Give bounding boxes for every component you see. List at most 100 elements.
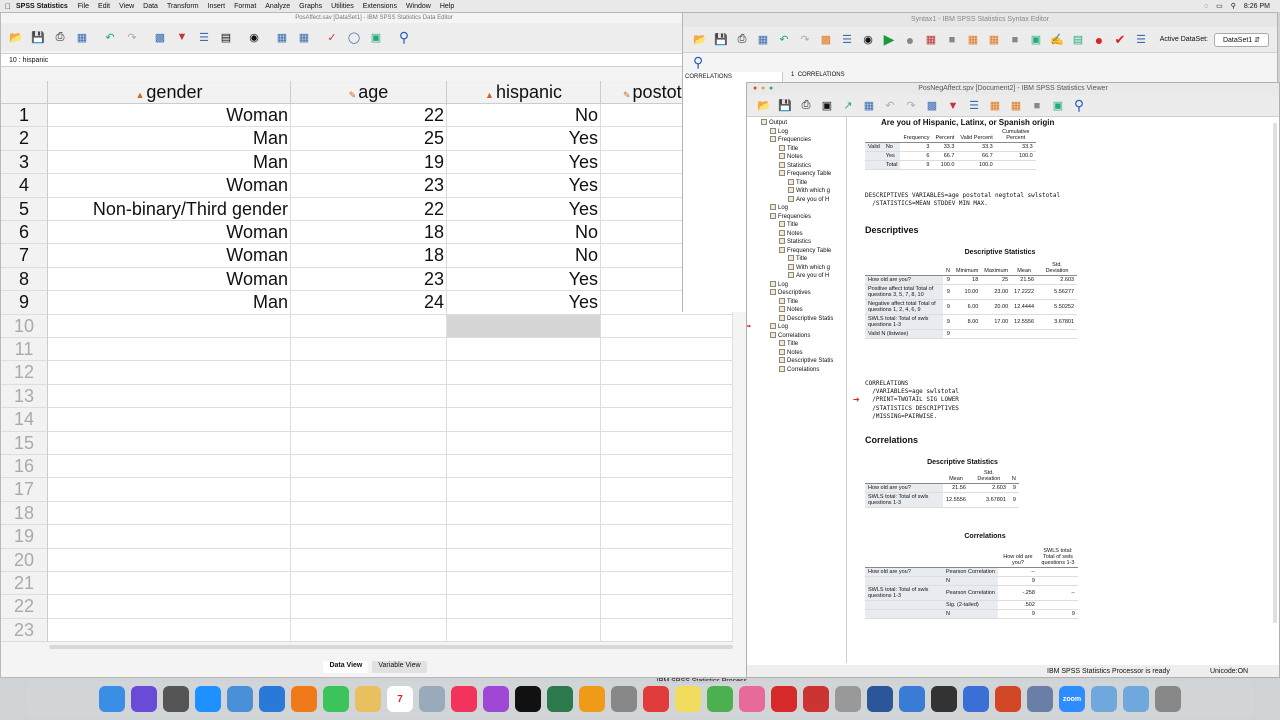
outline-item[interactable]: Frequencies	[747, 136, 846, 145]
cell-hispanic[interactable]	[447, 501, 601, 526]
cell-age[interactable]	[291, 384, 447, 409]
timemachine-icon[interactable]	[547, 686, 573, 712]
cell-gender[interactable]	[48, 618, 291, 643]
goto-variable-icon[interactable]: ▼	[173, 28, 191, 46]
table-cell[interactable]	[981, 329, 1012, 339]
redo-icon[interactable]: ↷	[902, 97, 920, 115]
comment-icon[interactable]: ■	[943, 31, 961, 49]
cell-age[interactable]	[291, 595, 447, 619]
find-icon[interactable]: ◉	[859, 31, 877, 49]
table-cell[interactable]	[1037, 600, 1078, 610]
table-cell[interactable]: 12.4444	[1011, 299, 1038, 315]
cell-hispanic[interactable]: Yes	[447, 150, 601, 175]
outline-item[interactable]: Output	[747, 119, 846, 128]
cell-age[interactable]	[291, 572, 447, 596]
outdent-icon[interactable]: ▦	[985, 31, 1003, 49]
table-cell[interactable]: Pearson Correlation	[943, 567, 998, 577]
table-cell[interactable]: No	[882, 142, 901, 152]
promote-icon[interactable]: ▦	[986, 97, 1004, 115]
table-cell[interactable]: 17.00	[981, 314, 1012, 330]
table-cell[interactable]: How old are you?	[865, 567, 943, 577]
cell-hispanic[interactable]	[447, 525, 601, 549]
print-icon[interactable]: ⎙	[797, 97, 815, 115]
outline-item[interactable]: Notes	[747, 153, 846, 162]
search-icon[interactable]: ⚲	[1231, 2, 1236, 10]
table-cell[interactable]: How old are you?	[865, 275, 943, 285]
menu-view[interactable]: View	[119, 3, 134, 10]
list-icon[interactable]: ☰	[1132, 31, 1150, 49]
hide-icon[interactable]: ■	[1028, 97, 1046, 115]
window-close-button[interactable]: ●	[753, 83, 757, 95]
cell-age[interactable]: 22	[291, 197, 447, 221]
row-number[interactable]: 22	[1, 595, 48, 619]
table-cell[interactable]: N	[943, 609, 998, 619]
firefox-icon[interactable]	[291, 686, 317, 712]
table-cell[interactable]	[865, 609, 943, 619]
tab-variable-view[interactable]: Variable View	[372, 661, 427, 673]
cell-postot[interactable]	[601, 361, 733, 385]
vertical-scrollbar[interactable]	[1273, 123, 1277, 623]
goto-case-icon[interactable]: ▩	[817, 31, 835, 49]
variables-icon[interactable]: ☰	[838, 31, 856, 49]
cell-age[interactable]	[291, 314, 447, 338]
cell-postot[interactable]	[601, 338, 733, 362]
wifi-icon[interactable]: ◌	[1204, 3, 1208, 10]
cell-gender[interactable]: Woman	[48, 104, 291, 128]
print-preview-icon[interactable]: ▣	[818, 97, 836, 115]
cell-age[interactable]: 18	[291, 221, 447, 245]
stop-icon[interactable]: ●	[901, 31, 919, 49]
outline-item[interactable]: Title	[747, 255, 846, 264]
row-number[interactable]: 9	[1, 291, 48, 315]
music-icon[interactable]	[451, 686, 477, 712]
tab-data-view[interactable]: Data View	[323, 661, 369, 673]
outline-item[interactable]: Notes	[747, 306, 846, 315]
cell-postot[interactable]	[601, 548, 733, 572]
cell-hispanic[interactable]	[447, 314, 601, 338]
app-menu[interactable]: SPSS Statistics	[16, 3, 68, 10]
outline-item[interactable]: Frequency Table	[747, 170, 846, 179]
preview-icon[interactable]	[419, 686, 445, 712]
active-dataset-select[interactable]: DataSet1 ⇵	[1213, 32, 1269, 47]
cell-gender[interactable]: Man	[48, 291, 291, 315]
cell-gender[interactable]	[48, 384, 291, 409]
outline-item[interactable]: With which g	[747, 263, 846, 273]
calendar-icon[interactable]: 7	[387, 686, 413, 712]
table-cell[interactable]: 25	[981, 275, 1012, 285]
cell-age[interactable]: 24	[291, 291, 447, 315]
save-icon[interactable]: 💾	[776, 97, 794, 115]
menu-graphs[interactable]: Graphs	[299, 3, 322, 10]
cell-age[interactable]: 18	[291, 244, 447, 268]
outline-item[interactable]: Log	[747, 127, 846, 137]
frequency-table[interactable]: Frequency Percent Valid Percent Cumulative …	[865, 128, 1036, 170]
cell-gender[interactable]	[48, 361, 291, 385]
downloads-icon[interactable]	[1123, 686, 1149, 712]
cell-gender[interactable]: Man	[48, 127, 291, 151]
table-cell[interactable]: SWLS total: Total of swls questions 1-3	[865, 492, 943, 508]
row-number[interactable]: 11	[1, 338, 48, 362]
notes-icon[interactable]	[355, 686, 381, 712]
goto-case-icon[interactable]: ▩	[151, 28, 169, 46]
row-number[interactable]: 21	[1, 572, 48, 596]
row-number[interactable]: 6	[1, 221, 48, 245]
cell-postot[interactable]	[601, 408, 733, 432]
table-cell[interactable]	[865, 600, 943, 610]
safari-icon[interactable]	[259, 686, 285, 712]
apple-icon[interactable]: 	[0, 2, 16, 11]
outline-item[interactable]: Correlations	[747, 365, 846, 375]
battery-icon[interactable]: ▭	[1216, 2, 1223, 10]
table-cell[interactable]: 66.7	[957, 151, 996, 161]
cell-postot[interactable]	[601, 431, 733, 455]
open-folder-icon[interactable]: 📂	[7, 28, 25, 46]
search-icon[interactable]: ⚲	[1070, 97, 1088, 115]
row-number[interactable]: 4	[1, 174, 48, 198]
value-labels-icon[interactable]: ✓	[323, 28, 341, 46]
spelling-icon[interactable]: ▣	[367, 28, 385, 46]
column-header-age[interactable]: ✎ age	[291, 81, 447, 104]
window-zoom-button[interactable]: ●	[769, 83, 773, 95]
table-cell[interactable]: 17.2222	[1011, 284, 1038, 300]
table-cell[interactable]: 12.5556	[943, 492, 969, 508]
outline-item[interactable]: Title	[747, 178, 846, 188]
row-number[interactable]: 10	[1, 314, 48, 338]
dialog-recall-icon[interactable]: ▦	[73, 28, 91, 46]
outline-item[interactable]: Notes	[747, 348, 846, 358]
